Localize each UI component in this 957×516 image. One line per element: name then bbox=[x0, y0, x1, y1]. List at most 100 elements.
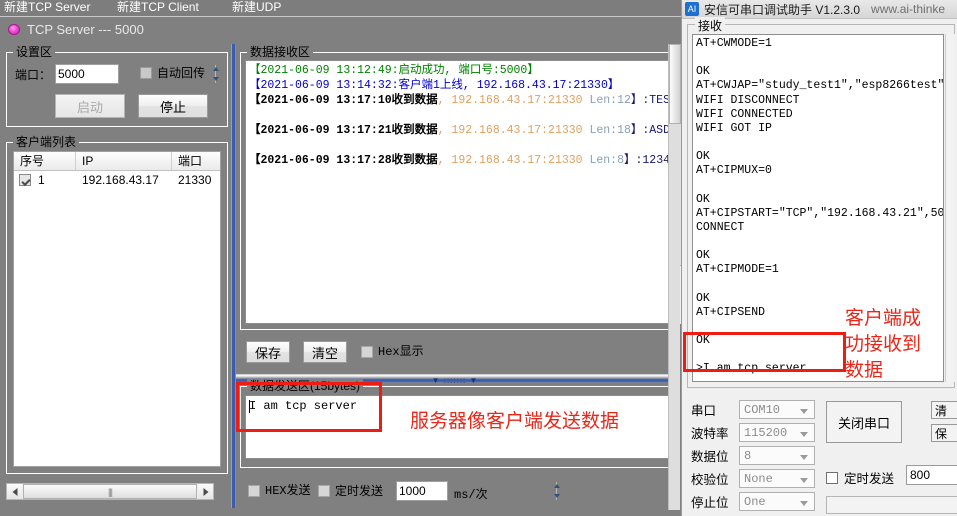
log-time: 【2021-06-09 13:17:10收到数据 bbox=[249, 94, 438, 107]
serial-port-row: 串口 COM10 bbox=[691, 400, 815, 419]
auto-echo-checkbox-row[interactable]: 自动回传 bbox=[140, 66, 205, 80]
serial-spacer bbox=[696, 278, 943, 292]
port-field-wrapper[interactable] bbox=[55, 64, 216, 84]
interval-spinner[interactable] bbox=[556, 482, 557, 500]
data-receive-group-title: 数据接收区 bbox=[247, 45, 314, 59]
port-spinner[interactable] bbox=[215, 65, 216, 83]
hex-display-label: Hex显示 bbox=[378, 345, 424, 359]
annotation-client-line-3: 数据 bbox=[845, 360, 884, 381]
hex-send-checkbox[interactable] bbox=[248, 485, 260, 497]
status-indicator-icon bbox=[8, 24, 20, 35]
column-header-no: 序号 bbox=[14, 152, 76, 170]
clear-button-partial[interactable]: 清 bbox=[931, 401, 957, 419]
log-len: Len:8 bbox=[582, 154, 624, 167]
serial-line: AT+CIPMUX=0 bbox=[696, 164, 772, 178]
log-spacer bbox=[249, 108, 670, 123]
parity-value: None bbox=[744, 471, 773, 486]
tcp-net-assistant-window: 新建TCP Server 新建TCP Client 新建UDP TCP Serv… bbox=[0, 0, 681, 516]
serial-line: OK bbox=[696, 249, 710, 263]
data-receive-group: 数据接收区 【2021-06-09 13:12:49:启动成功, 端口号:500… bbox=[240, 45, 681, 330]
log-line: 【2021-06-09 13:12:49:启动成功, 端口号:5000】 bbox=[249, 64, 539, 77]
baud-rate-label: 波特率 bbox=[691, 427, 729, 441]
serial-receive-group-title: 接收 bbox=[695, 17, 726, 34]
serial-timed-send-checkbox[interactable] bbox=[826, 471, 838, 484]
serial-settings-panel: 串口 COM10 波特率 115200 数据位 8 校验位 None 停止位 O… bbox=[687, 396, 957, 516]
tab-new-udp[interactable]: 新建UDP bbox=[232, 0, 281, 15]
baud-rate-row: 波特率 115200 bbox=[691, 423, 815, 442]
timed-send-checkbox-row[interactable]: 定时发送 bbox=[318, 484, 383, 498]
start-button[interactable]: 启动 bbox=[55, 94, 125, 118]
hex-send-checkbox-row[interactable]: HEX发送 bbox=[248, 484, 311, 498]
hex-send-label: HEX发送 bbox=[265, 484, 311, 498]
main-vertical-scrollbar[interactable] bbox=[668, 44, 681, 510]
serial-interval-input[interactable] bbox=[907, 466, 957, 484]
vertical-splitter-highlight[interactable] bbox=[232, 44, 235, 508]
stop-button[interactable]: 停止 bbox=[138, 94, 208, 118]
data-bits-row: 数据位 8 bbox=[691, 446, 815, 465]
data-bits-value: 8 bbox=[744, 448, 752, 463]
cell-no: 1 bbox=[38, 172, 45, 187]
data-receive-textarea[interactable]: 【2021-06-09 13:12:49:启动成功, 端口号:5000】 【20… bbox=[245, 60, 671, 324]
close-serial-port-button[interactable]: 关闭串口 bbox=[826, 401, 902, 443]
clear-button[interactable]: 清空 bbox=[303, 341, 347, 363]
data-bits-select[interactable]: 8 bbox=[739, 446, 815, 465]
annotation-box-send-area bbox=[236, 382, 382, 432]
serial-timed-send-label: 定时发送 bbox=[844, 472, 895, 486]
client-list-horizontal-scrollbar[interactable] bbox=[6, 483, 214, 500]
serial-spacer bbox=[696, 51, 943, 65]
serial-line: AT+CIPMODE=1 bbox=[696, 263, 779, 277]
serial-line: CONNECT bbox=[696, 221, 745, 235]
serial-app-url: www.ai-thinke bbox=[871, 2, 946, 16]
log-payload: 】:123456 bbox=[623, 154, 670, 167]
parity-label: 校验位 bbox=[691, 473, 729, 487]
scrollbar-thumb[interactable] bbox=[23, 484, 197, 499]
table-row[interactable]: 1 192.168.43.17 21330 bbox=[14, 171, 220, 189]
serial-line: OK bbox=[696, 291, 710, 305]
serial-line: WIFI DISCONNECT bbox=[696, 93, 800, 107]
log-addr: , 192.168.43.17:21330 bbox=[437, 94, 583, 107]
log-spacer bbox=[249, 138, 670, 153]
serial-timed-send-row[interactable]: 定时发送 bbox=[826, 468, 894, 487]
client-list-group: 客户端列表 序号 IP 端口 1 192.168.43.17 21330 bbox=[6, 135, 228, 474]
cell-ip: 192.168.43.17 bbox=[82, 172, 159, 187]
serial-line: OK bbox=[696, 65, 710, 79]
serial-line: OK bbox=[696, 192, 710, 206]
serial-spacer bbox=[696, 235, 943, 249]
scroll-left-arrow-icon[interactable] bbox=[7, 484, 22, 499]
serial-interval-field-wrapper[interactable] bbox=[906, 465, 957, 485]
log-time: 【2021-06-09 13:17:28收到数据 bbox=[249, 154, 438, 167]
timed-send-label: 定时发送 bbox=[335, 484, 384, 498]
log-payload: 】:ASDFGHJKLZXCV bbox=[630, 124, 670, 137]
log-len: Len:18 bbox=[582, 124, 631, 137]
stop-bits-select[interactable]: One bbox=[739, 492, 815, 511]
hex-display-checkbox[interactable] bbox=[361, 346, 373, 358]
serial-receive-vertical-scrollbar[interactable] bbox=[945, 34, 955, 382]
client-list-group-title: 客户端列表 bbox=[13, 135, 80, 149]
row-select-checkbox[interactable] bbox=[19, 174, 31, 186]
send-toolbar: HEX发送 定时发送 ms/次 bbox=[240, 476, 674, 510]
data-bits-label: 数据位 bbox=[691, 450, 729, 464]
serial-spacer bbox=[696, 179, 943, 193]
baud-rate-value: 115200 bbox=[744, 425, 788, 440]
save-button-partial[interactable]: 保 bbox=[931, 424, 957, 442]
log-len: Len:12 bbox=[582, 94, 631, 107]
scrollbar-thumb[interactable] bbox=[669, 44, 681, 124]
serial-line: AT+CIPSTART="TCP","192.168.43.21",5000 bbox=[696, 206, 944, 220]
tab-new-tcp-server[interactable]: 新建TCP Server bbox=[4, 0, 90, 15]
baud-rate-select[interactable]: 115200 bbox=[739, 423, 815, 442]
parity-select[interactable]: None bbox=[739, 469, 815, 488]
interval-field-wrapper[interactable] bbox=[396, 481, 557, 501]
tcp-server-title-text: TCP Server --- 5000 bbox=[27, 22, 144, 37]
save-button[interactable]: 保存 bbox=[246, 341, 290, 363]
client-list-table[interactable]: 序号 IP 端口 1 192.168.43.17 21330 bbox=[13, 151, 221, 467]
scroll-right-arrow-icon[interactable] bbox=[198, 484, 213, 499]
tab-new-tcp-client[interactable]: 新建TCP Client bbox=[117, 0, 199, 15]
interval-unit-label: ms/次 bbox=[454, 488, 488, 502]
timed-send-checkbox[interactable] bbox=[318, 485, 330, 497]
serial-port-value: COM10 bbox=[744, 402, 781, 417]
log-line: 【2021-06-09 13:17:10收到数据, 192.168.43.17:… bbox=[249, 93, 670, 108]
stop-bits-value: One bbox=[744, 494, 766, 509]
auto-echo-checkbox[interactable] bbox=[140, 67, 152, 79]
hex-display-checkbox-row[interactable]: Hex显示 bbox=[361, 345, 424, 359]
serial-port-select[interactable]: COM10 bbox=[739, 400, 815, 419]
